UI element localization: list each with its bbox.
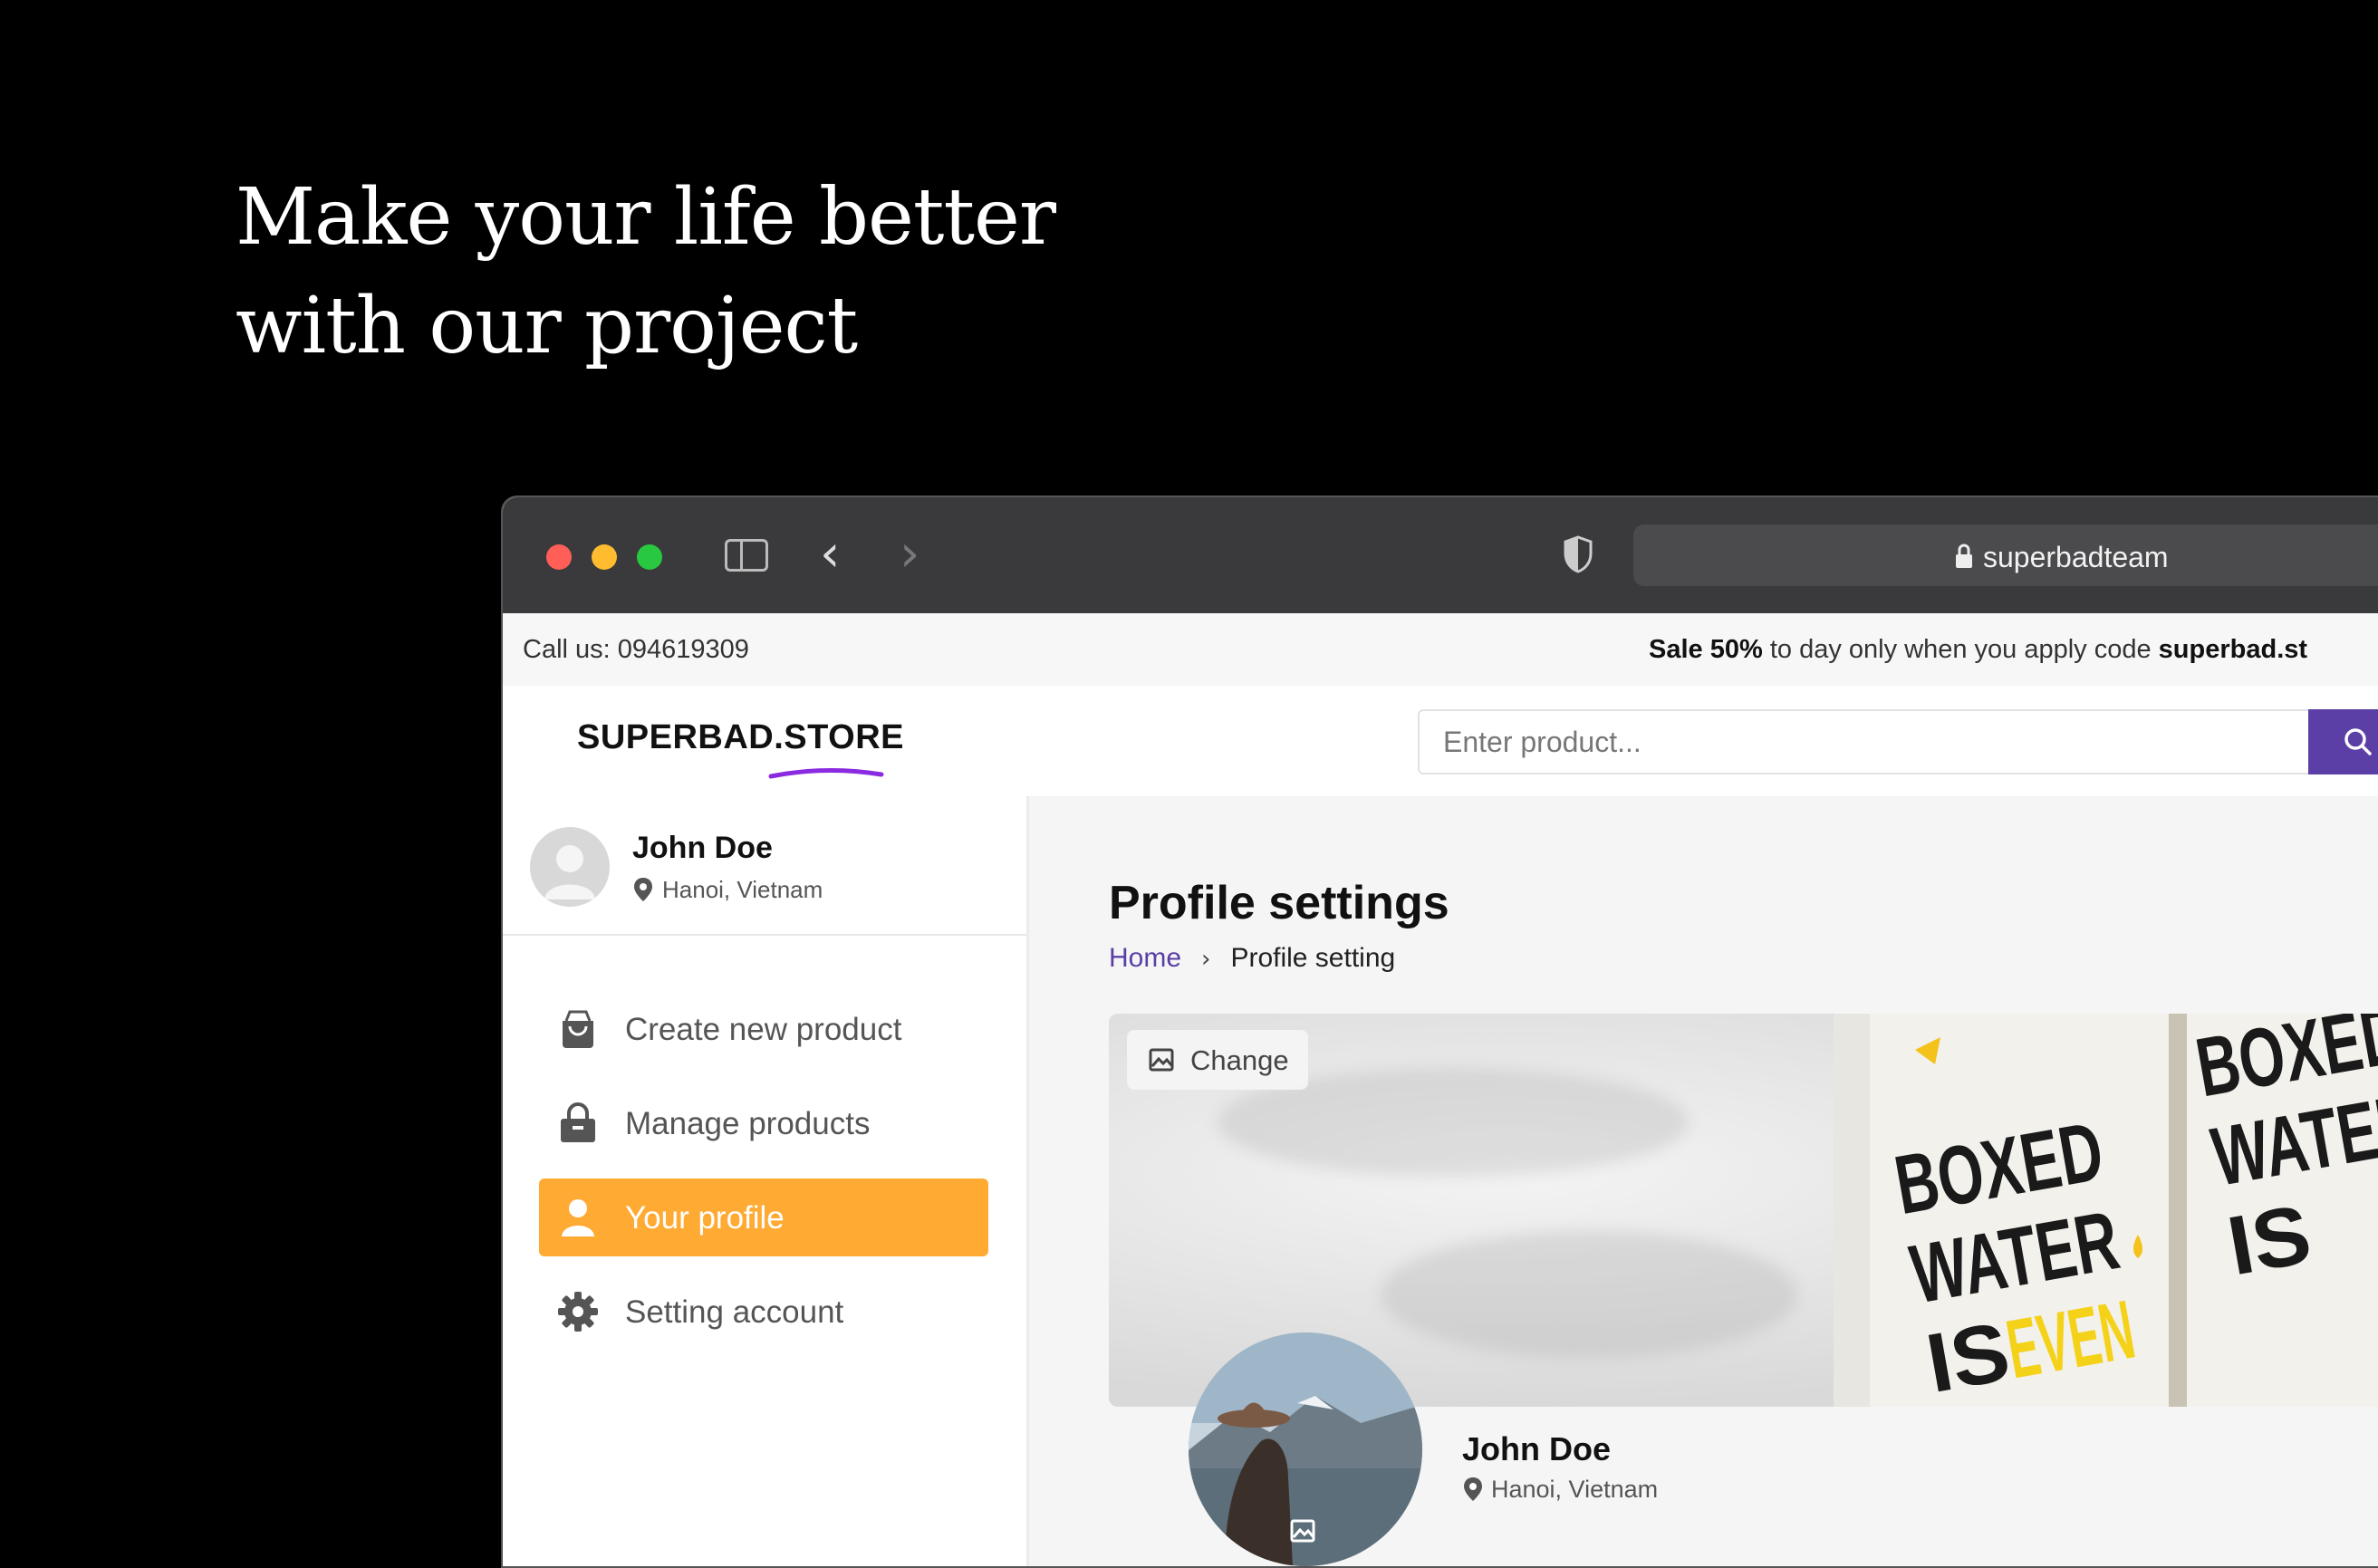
avatar[interactable]	[530, 827, 610, 907]
menu-label: Create new product	[625, 1012, 902, 1047]
breadcrumb: Home › Profile setting	[1109, 943, 1395, 974]
hero-headline-line2: with our project	[236, 281, 858, 371]
image-edit-icon	[1149, 1048, 1174, 1072]
lock-icon	[1956, 544, 1972, 568]
hero-headline-line1: Make your life better	[236, 172, 1056, 263]
sale-code: superbad.st	[2158, 635, 2308, 664]
sale-text: to day only when you apply code	[1762, 635, 2159, 664]
user-card: John Doe Hanoi, Vietnam	[503, 796, 1026, 936]
shopping-bag-icon	[563, 1010, 593, 1048]
search-input[interactable]	[1418, 709, 2315, 774]
hero-headline: Make your life better with our project	[236, 163, 1056, 380]
url-text: superbadteam	[1983, 541, 2169, 573]
search-button[interactable]	[2308, 709, 2378, 774]
location-pin-icon	[1464, 1477, 1482, 1501]
search-icon	[2344, 728, 2372, 755]
menu-item-setting-account[interactable]: Setting account	[539, 1273, 988, 1351]
page-title: Profile settings	[1109, 877, 1449, 929]
sale-prefix: Sale 50%	[1649, 635, 1763, 664]
lock-bag-icon	[561, 1102, 595, 1142]
gear-icon	[558, 1292, 598, 1332]
sidebar-toggle-icon[interactable]	[725, 539, 768, 572]
svg-text:IS: IS	[1920, 1305, 2016, 1407]
sale-banner: Sale 50% to day only when you apply code…	[1649, 635, 2307, 665]
back-arrow-icon[interactable]: ‹	[820, 524, 840, 583]
menu-item-manage-products[interactable]: Manage products	[539, 1084, 988, 1162]
menu-label: Setting account	[625, 1294, 844, 1330]
menu-label: Manage products	[625, 1106, 871, 1141]
account-sidebar: John Doe Hanoi, Vietnam Create new produ…	[503, 796, 1029, 1566]
logo-underline	[768, 767, 884, 779]
camera-edit-icon[interactable]	[1290, 1519, 1317, 1544]
address-bar[interactable]: superbadteam	[1633, 524, 2378, 586]
svg-text:IS: IS	[2221, 1188, 2317, 1293]
menu-item-your-profile[interactable]: Your profile	[539, 1178, 988, 1256]
minimize-window-button[interactable]	[592, 544, 617, 570]
menu-item-create-product[interactable]: Create new product	[539, 990, 988, 1068]
chevron-right-icon: ›	[1201, 946, 1211, 973]
location-pin-icon	[634, 878, 652, 901]
forward-arrow-icon[interactable]: ›	[900, 524, 919, 583]
call-us-text: Call us: 094619309	[523, 635, 749, 664]
change-cover-button[interactable]: Change	[1127, 1030, 1308, 1090]
breadcrumb-home-link[interactable]: Home	[1109, 943, 1181, 973]
store-logo[interactable]: SUPERBAD.STORE	[577, 718, 904, 757]
close-window-button[interactable]	[546, 544, 572, 570]
breadcrumb-current: Profile setting	[1230, 943, 1396, 973]
boxed-water-cartons-image: BOXED WATER IS EVEN BOXED WATER IS	[1834, 1014, 2378, 1407]
change-label: Change	[1190, 1044, 1289, 1076]
profile-photo[interactable]	[1189, 1332, 1422, 1566]
profile-main: Profile settings Home › Profile setting BO…	[1029, 796, 2378, 1566]
profile-name: John Doe	[1462, 1430, 1612, 1467]
avatar-placeholder-icon	[544, 845, 595, 899]
maximize-window-button[interactable]	[637, 544, 662, 570]
shield-icon[interactable]	[1563, 535, 1593, 573]
browser-titlebar: ‹ › superbadteam	[503, 497, 2378, 613]
profile-location: Hanoi, Vietnam	[1491, 1476, 1659, 1503]
marble-texture	[1381, 1231, 1797, 1358]
browser-window: ‹ › superbadteam Call us: 094619309 Sale…	[501, 495, 2378, 1568]
site-header: SUPERBAD.STORE	[503, 686, 2378, 798]
user-name: John Doe	[632, 831, 773, 865]
user-icon	[562, 1199, 594, 1236]
announcement-bar: Call us: 094619309 Sale 50% to day only …	[503, 613, 2378, 686]
menu-label: Your profile	[625, 1200, 785, 1236]
user-location: Hanoi, Vietnam	[662, 876, 823, 903]
